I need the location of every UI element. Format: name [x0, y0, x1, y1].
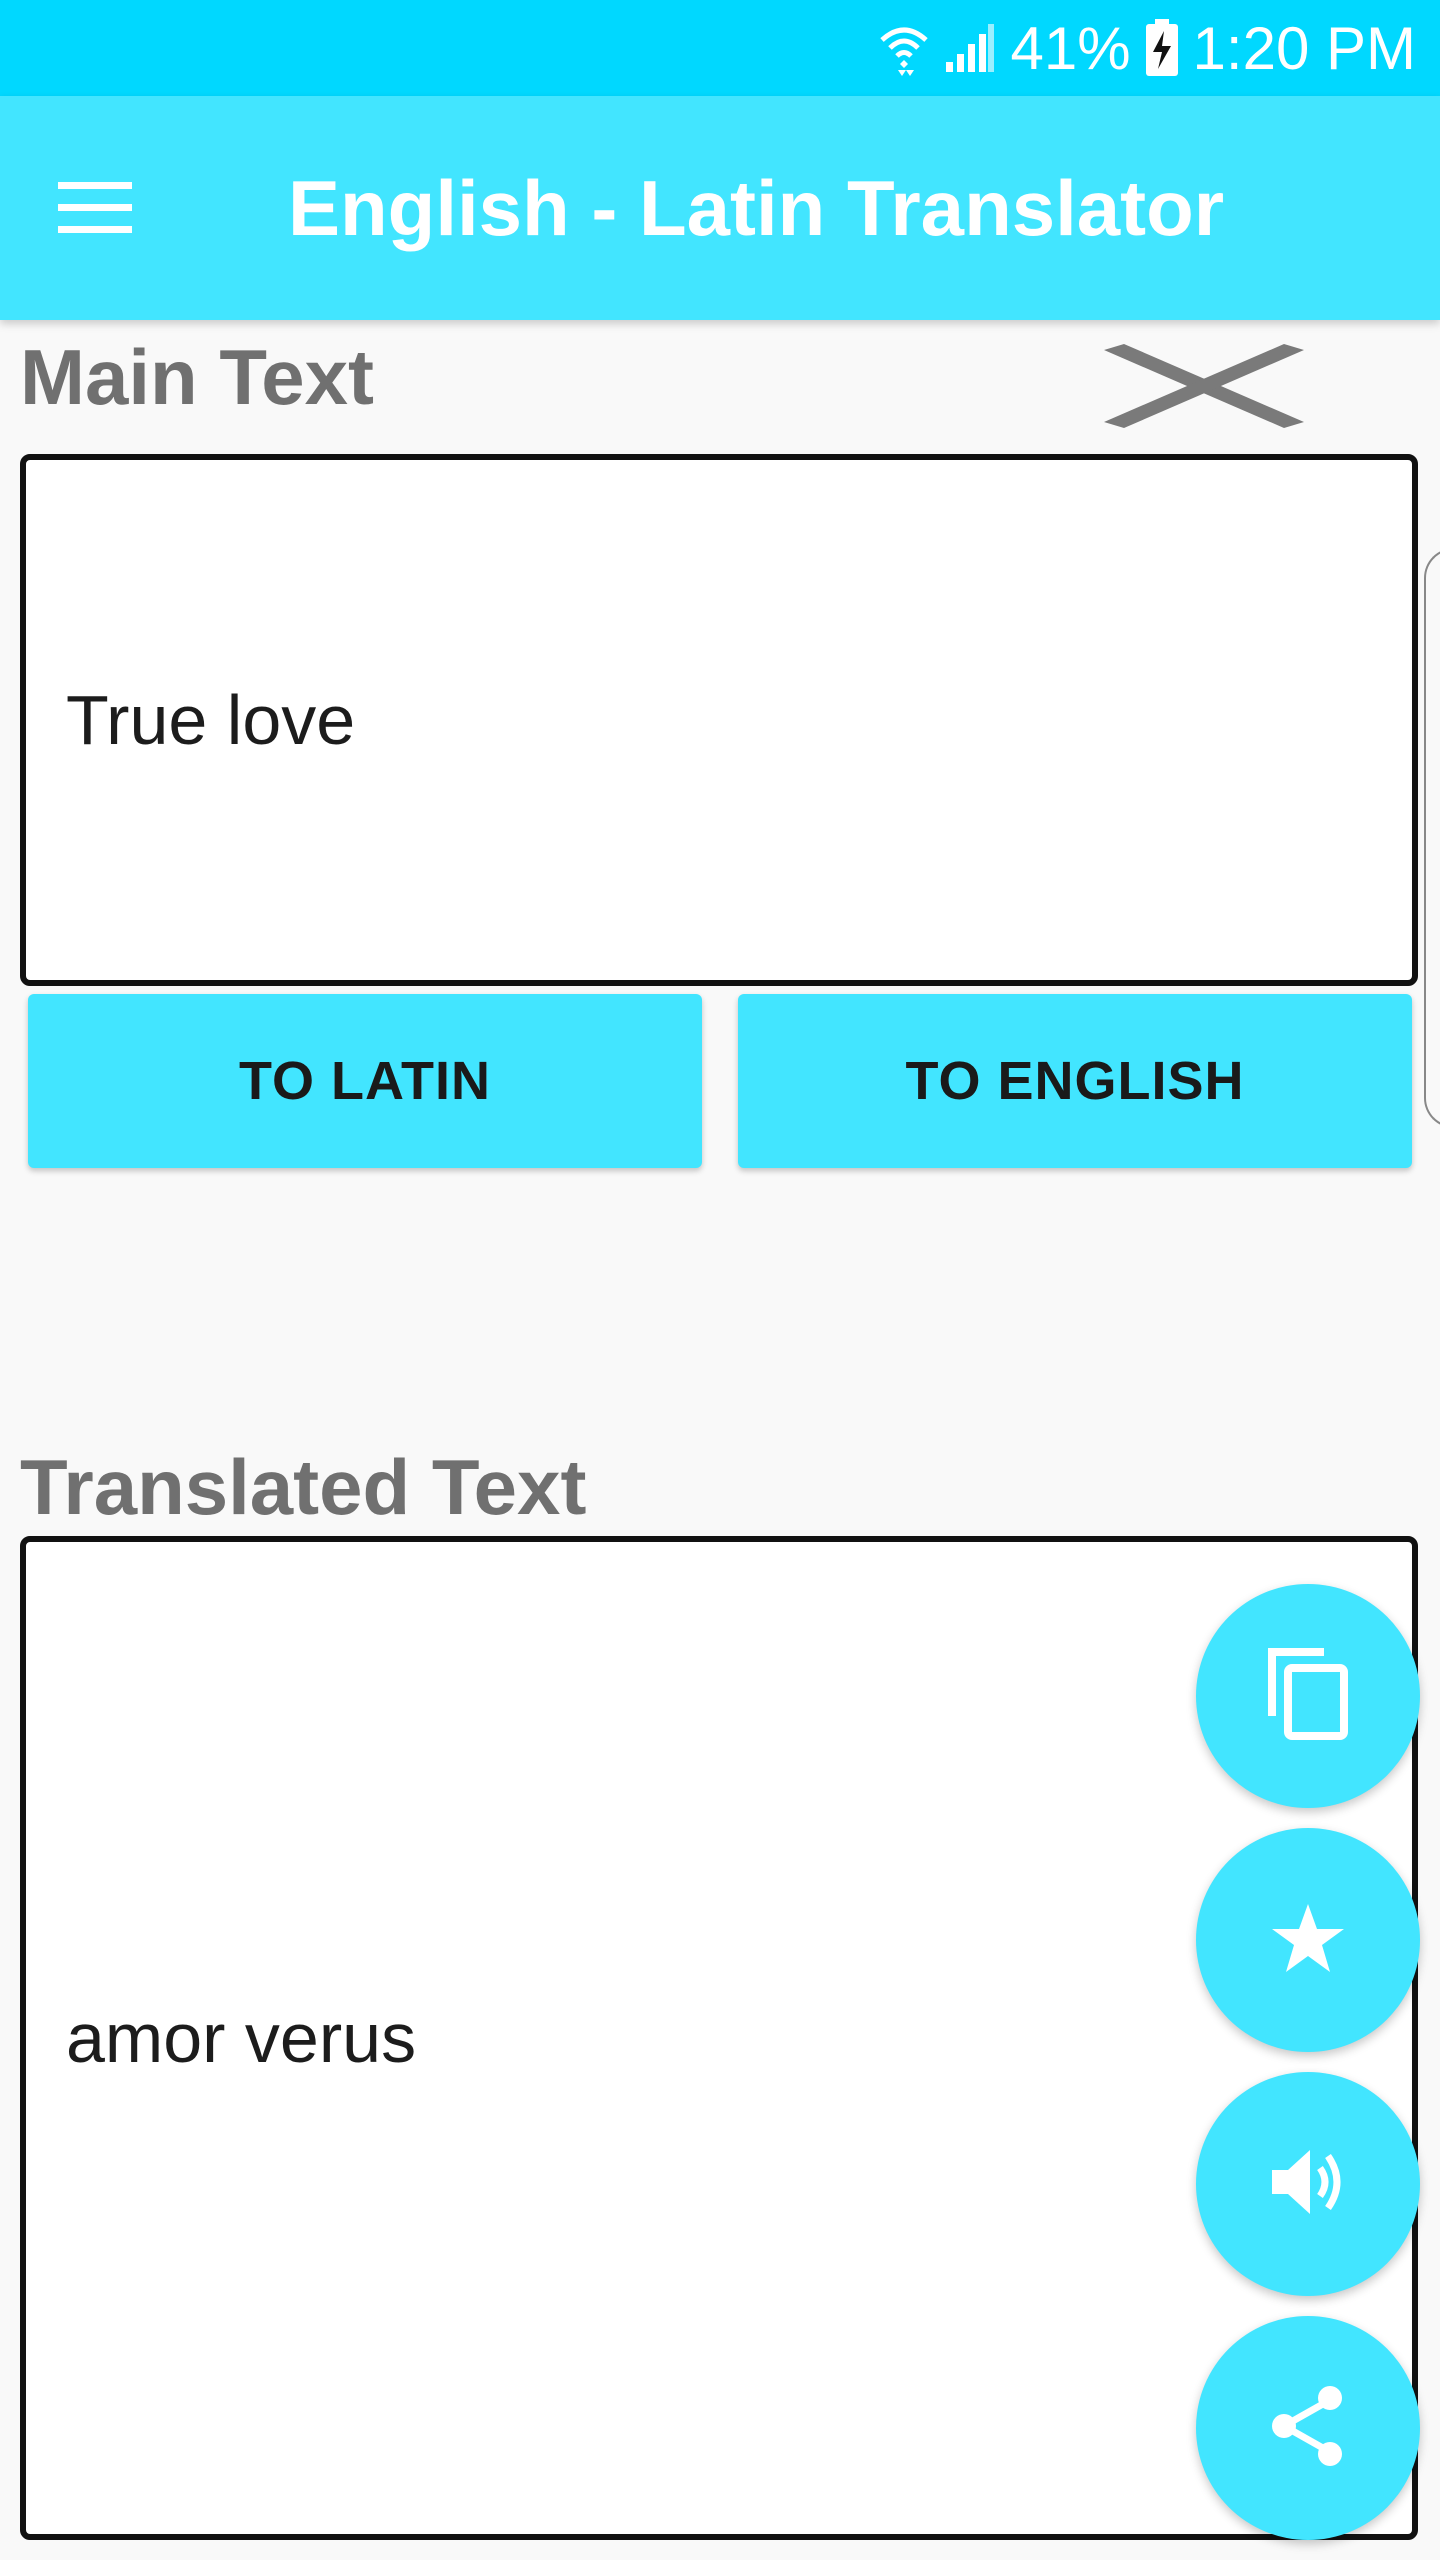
copy-button[interactable] [1196, 1584, 1420, 1808]
battery-percent: 41% [1010, 14, 1131, 82]
app-bar: English - Latin Translator [0, 96, 1440, 320]
hamburger-menu-icon[interactable] [56, 178, 136, 238]
speaker-icon [1268, 2146, 1348, 2223]
wifi-icon [878, 20, 930, 76]
translated-text-label: Translated Text [20, 1443, 587, 1531]
to-english-button[interactable]: TO ENGLISH [738, 994, 1412, 1168]
status-bar: 41% 1:20 PM [0, 0, 1440, 96]
main-text-label: Main Text [20, 333, 374, 421]
main-text-value: True love [66, 681, 356, 759]
signal-icon [944, 22, 996, 74]
translated-text-value: amor verus [66, 1999, 417, 2077]
speak-button[interactable] [1196, 2072, 1420, 2296]
clear-icon[interactable] [1100, 342, 1308, 430]
main-text-input[interactable]: True love [20, 454, 1418, 986]
app-title: English - Latin Translator [288, 164, 1225, 252]
favorite-button[interactable] [1196, 1828, 1420, 2052]
to-latin-button[interactable]: TO LATIN [28, 994, 702, 1168]
status-time: 1:20 PM [1192, 14, 1416, 82]
share-icon [1268, 2384, 1348, 2473]
battery-charging-icon [1145, 19, 1179, 77]
share-button[interactable] [1196, 2316, 1420, 2540]
star-icon [1270, 1902, 1346, 1979]
side-drawer-edge [1424, 548, 1440, 1128]
copy-icon [1266, 1646, 1350, 1747]
